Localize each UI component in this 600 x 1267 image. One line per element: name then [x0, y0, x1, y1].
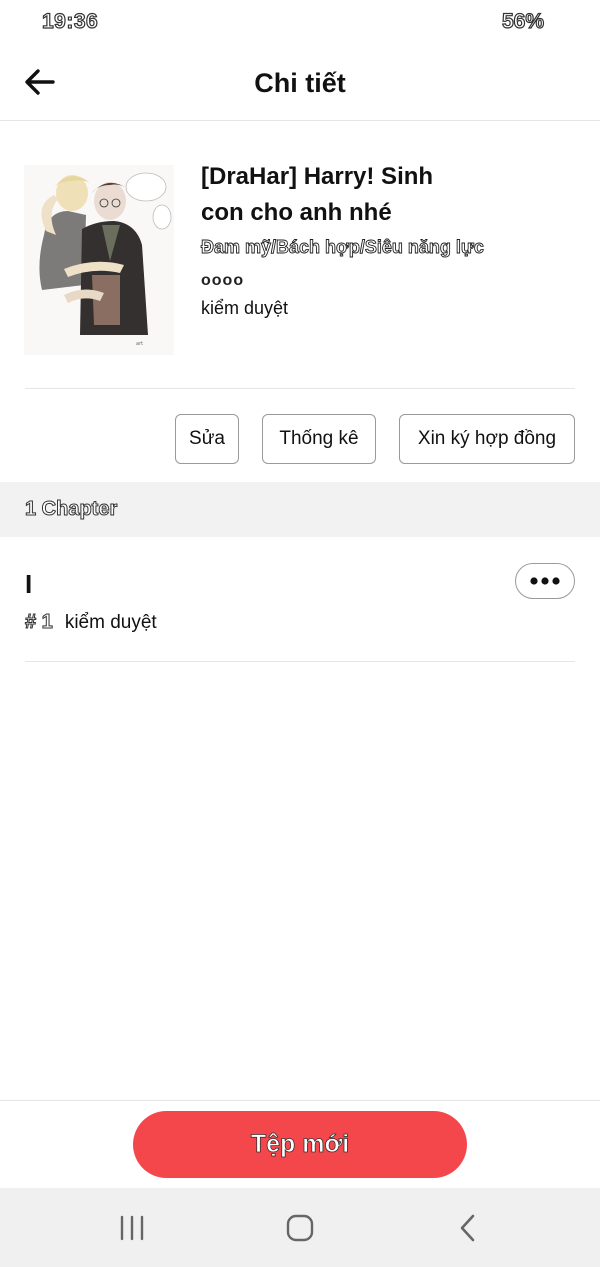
- book-genres: Đam mỹ/Bách hợp/Siêu năng lực: [201, 237, 485, 258]
- more-dots-icon: [530, 577, 560, 585]
- nav-home-button[interactable]: [280, 1208, 320, 1248]
- chapter-title: I: [25, 569, 33, 599]
- stats-button[interactable]: Thống kê: [262, 414, 376, 464]
- page-title: Chi tiết: [254, 68, 346, 98]
- book-description: oooo: [201, 272, 245, 289]
- request-contract-button[interactable]: Xin ký hợp đồng: [399, 414, 575, 464]
- chapter-meta: # 1 kiểm duyệt: [25, 611, 157, 634]
- bottom-action-bar: Tệp mới: [0, 1100, 600, 1188]
- nav-recent-button[interactable]: [112, 1208, 152, 1248]
- book-title-line-1: [DraHar] Harry! Sinh: [201, 163, 434, 190]
- action-buttons: Sửa Thống kê Xin ký hợp đồng: [175, 414, 575, 464]
- chapter-section-header: 1 Chapter: [0, 482, 600, 537]
- chapter-number: # 1: [25, 611, 54, 634]
- edit-button[interactable]: Sửa: [175, 414, 239, 464]
- book-title: [DraHar] Harry! Sinh con cho anh nhé: [201, 159, 571, 231]
- status-time: 19:36: [41, 9, 99, 33]
- home-icon: [286, 1214, 314, 1242]
- chapter-row[interactable]: I # 1 kiểm duyệt: [25, 537, 575, 662]
- book-detail: art [DraHar] Harry! Sinh con cho anh nhé…: [0, 121, 600, 389]
- system-nav-bar: [0, 1188, 600, 1267]
- status-bar: 19:36 56%: [0, 0, 600, 48]
- back-chevron-icon: [460, 1214, 475, 1242]
- app-header: Chi tiết: [0, 48, 600, 121]
- chapter-status: kiểm duyệt: [64, 611, 157, 633]
- battery-level: 56%: [501, 9, 544, 33]
- divider: [25, 388, 575, 389]
- chapter-more-button[interactable]: [515, 563, 575, 599]
- recent-apps-icon: [120, 1215, 144, 1241]
- nav-back-button[interactable]: [448, 1208, 488, 1248]
- chapter-count: 1 Chapter: [24, 498, 118, 521]
- book-status: kiểm duyệt: [201, 298, 289, 318]
- svg-text:art: art: [136, 341, 143, 347]
- new-file-button[interactable]: Tệp mới: [133, 1111, 467, 1178]
- book-cover-image[interactable]: art: [24, 165, 174, 355]
- book-info: [DraHar] Harry! Sinh con cho anh nhé Đam…: [201, 159, 571, 319]
- book-title-line-2: con cho anh nhé: [201, 199, 392, 226]
